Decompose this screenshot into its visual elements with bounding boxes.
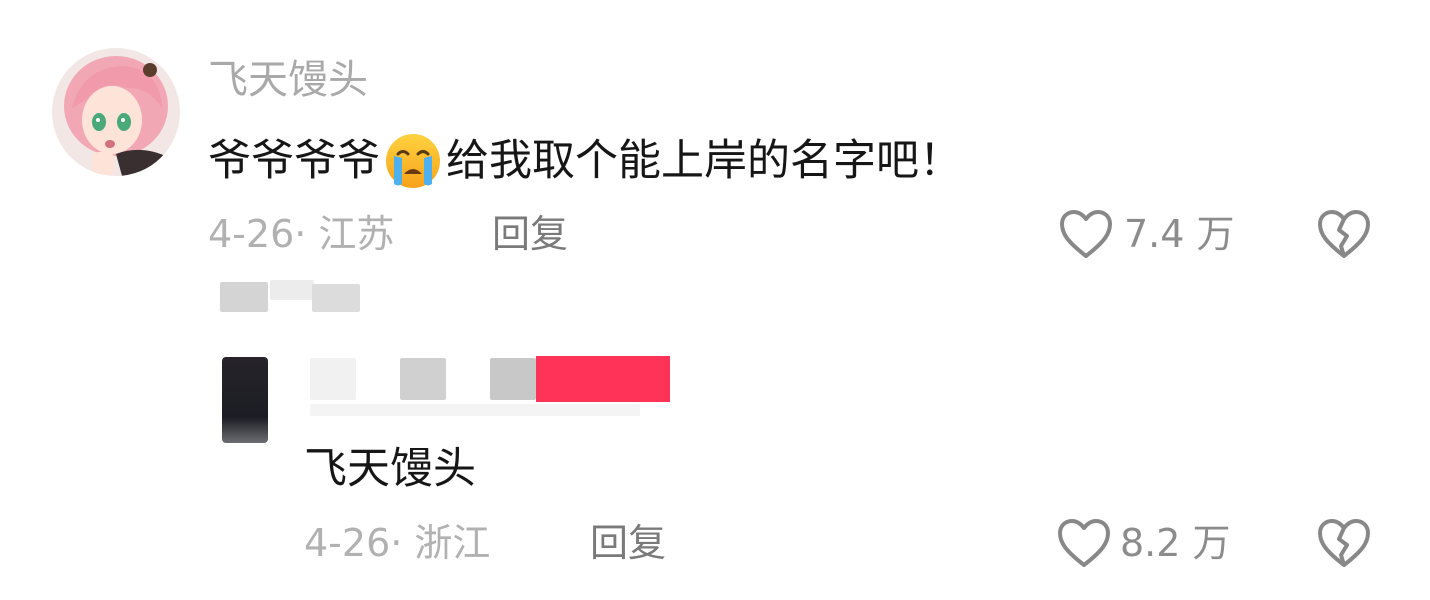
comment-like-count: 7.4 万 xyxy=(1124,212,1235,256)
comment-text-before: 爷爷爷爷 xyxy=(208,135,380,186)
reply-reply-button[interactable]: 回复 xyxy=(590,524,666,562)
author-tag-blurred xyxy=(536,356,670,402)
blurred-reply-toggle[interactable] xyxy=(220,270,370,312)
crying-face-icon xyxy=(384,132,442,190)
blur-block xyxy=(312,284,360,312)
blur-block xyxy=(310,404,640,416)
like-heart-icon[interactable] xyxy=(1058,208,1114,260)
blur-block xyxy=(220,282,268,312)
blur-block xyxy=(270,280,314,300)
reply-avatar-blurred[interactable] xyxy=(222,357,268,443)
blur-block xyxy=(310,358,356,400)
comment-text-after: 给我取个能上岸的名字吧！ xyxy=(446,135,962,186)
reply-date-location: 4-26· 浙江 xyxy=(304,521,491,565)
comment-date-location: 4-26· 江苏 xyxy=(208,212,395,256)
blur-block xyxy=(400,358,446,400)
dislike-broken-heart-icon[interactable] xyxy=(1316,208,1372,260)
blur-block xyxy=(490,358,536,400)
reply-text: 飞天馒头 xyxy=(304,444,476,494)
comment-reply-button[interactable]: 回复 xyxy=(492,215,568,253)
reply-like-count: 8.2 万 xyxy=(1120,521,1231,565)
avatar[interactable] xyxy=(52,48,180,176)
reply-username-blurred[interactable] xyxy=(310,356,670,418)
dislike-broken-heart-icon[interactable] xyxy=(1316,517,1372,569)
comment-text: 爷爷爷爷 给我取个能上岸的名字吧！ xyxy=(208,132,962,190)
comment-username[interactable]: 飞天馒头 xyxy=(208,60,368,100)
like-heart-icon[interactable] xyxy=(1056,517,1112,569)
